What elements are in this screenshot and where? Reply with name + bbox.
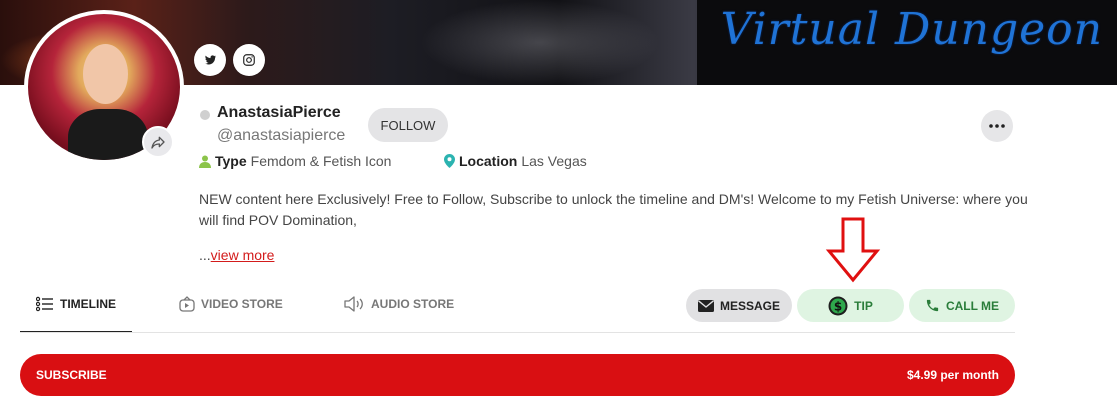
profile-location: Location Las Vegas <box>444 153 587 169</box>
username-handle: @anastasiapierce <box>217 127 346 144</box>
subscribe-price: $4.99 per month <box>906 368 999 382</box>
view-more-link[interactable]: view more <box>211 247 275 263</box>
instagram-icon <box>243 54 255 66</box>
person-icon <box>199 155 211 168</box>
tab-audio-store-label: AUDIO STORE <box>371 297 455 311</box>
location-value: Las Vegas <box>521 153 587 169</box>
tabs-divider <box>20 332 1015 333</box>
more-dots-icon <box>989 124 1005 128</box>
avatar-body <box>68 109 148 160</box>
profile-type: Type Femdom & Fetish Icon <box>199 153 391 169</box>
tab-timeline[interactable]: TIMELINE <box>36 296 116 312</box>
profile-bio: NEW content here Exclusively! Free to Fo… <box>199 191 1028 228</box>
follow-button[interactable]: FOLLOW <box>368 108 448 142</box>
envelope-icon <box>697 299 714 312</box>
more-options-button[interactable] <box>981 110 1013 142</box>
banner-title: Virtual Dungeon <box>720 4 1103 55</box>
view-more: ...view more <box>199 247 274 263</box>
message-button[interactable]: MESSAGE <box>686 289 792 322</box>
tab-timeline-label: TIMELINE <box>60 297 116 311</box>
share-button[interactable] <box>142 126 174 158</box>
online-status-dot <box>200 110 210 120</box>
phone-icon <box>926 299 939 312</box>
camera-icon <box>179 296 195 312</box>
tab-audio-store[interactable]: AUDIO STORE <box>343 296 454 312</box>
instagram-link[interactable] <box>233 44 265 76</box>
banner-glow <box>420 0 660 85</box>
avatar-face <box>83 44 128 104</box>
dollar-coin-icon: $ <box>828 296 848 315</box>
share-icon <box>151 136 165 149</box>
call-me-label: CALL ME <box>945 298 1000 313</box>
tab-video-store-label: VIDEO STORE <box>201 297 283 311</box>
tab-video-store[interactable]: VIDEO STORE <box>179 296 283 312</box>
display-name: AnastasiaPierce <box>217 104 341 121</box>
location-pin-icon <box>444 154 455 168</box>
type-value: Femdom & Fetish Icon <box>250 153 392 169</box>
svg-text:$: $ <box>834 299 842 313</box>
location-label: Location <box>459 153 518 169</box>
list-icon <box>36 296 53 312</box>
message-label: MESSAGE <box>719 298 780 313</box>
tip-label: TIP <box>854 298 873 313</box>
twitter-link[interactable] <box>194 44 226 76</box>
tip-button[interactable]: $ TIP <box>797 289 904 322</box>
speaker-icon <box>344 296 363 312</box>
twitter-icon <box>204 55 216 65</box>
subscribe-button[interactable]: SUBSCRIBE $4.99 per month <box>20 354 1015 396</box>
subscribe-label: SUBSCRIBE <box>36 368 107 382</box>
down-arrow-annotation <box>825 217 881 283</box>
view-more-prefix: ... <box>199 247 211 263</box>
type-label: Type <box>215 153 247 169</box>
call-me-button[interactable]: CALL ME <box>909 289 1015 322</box>
